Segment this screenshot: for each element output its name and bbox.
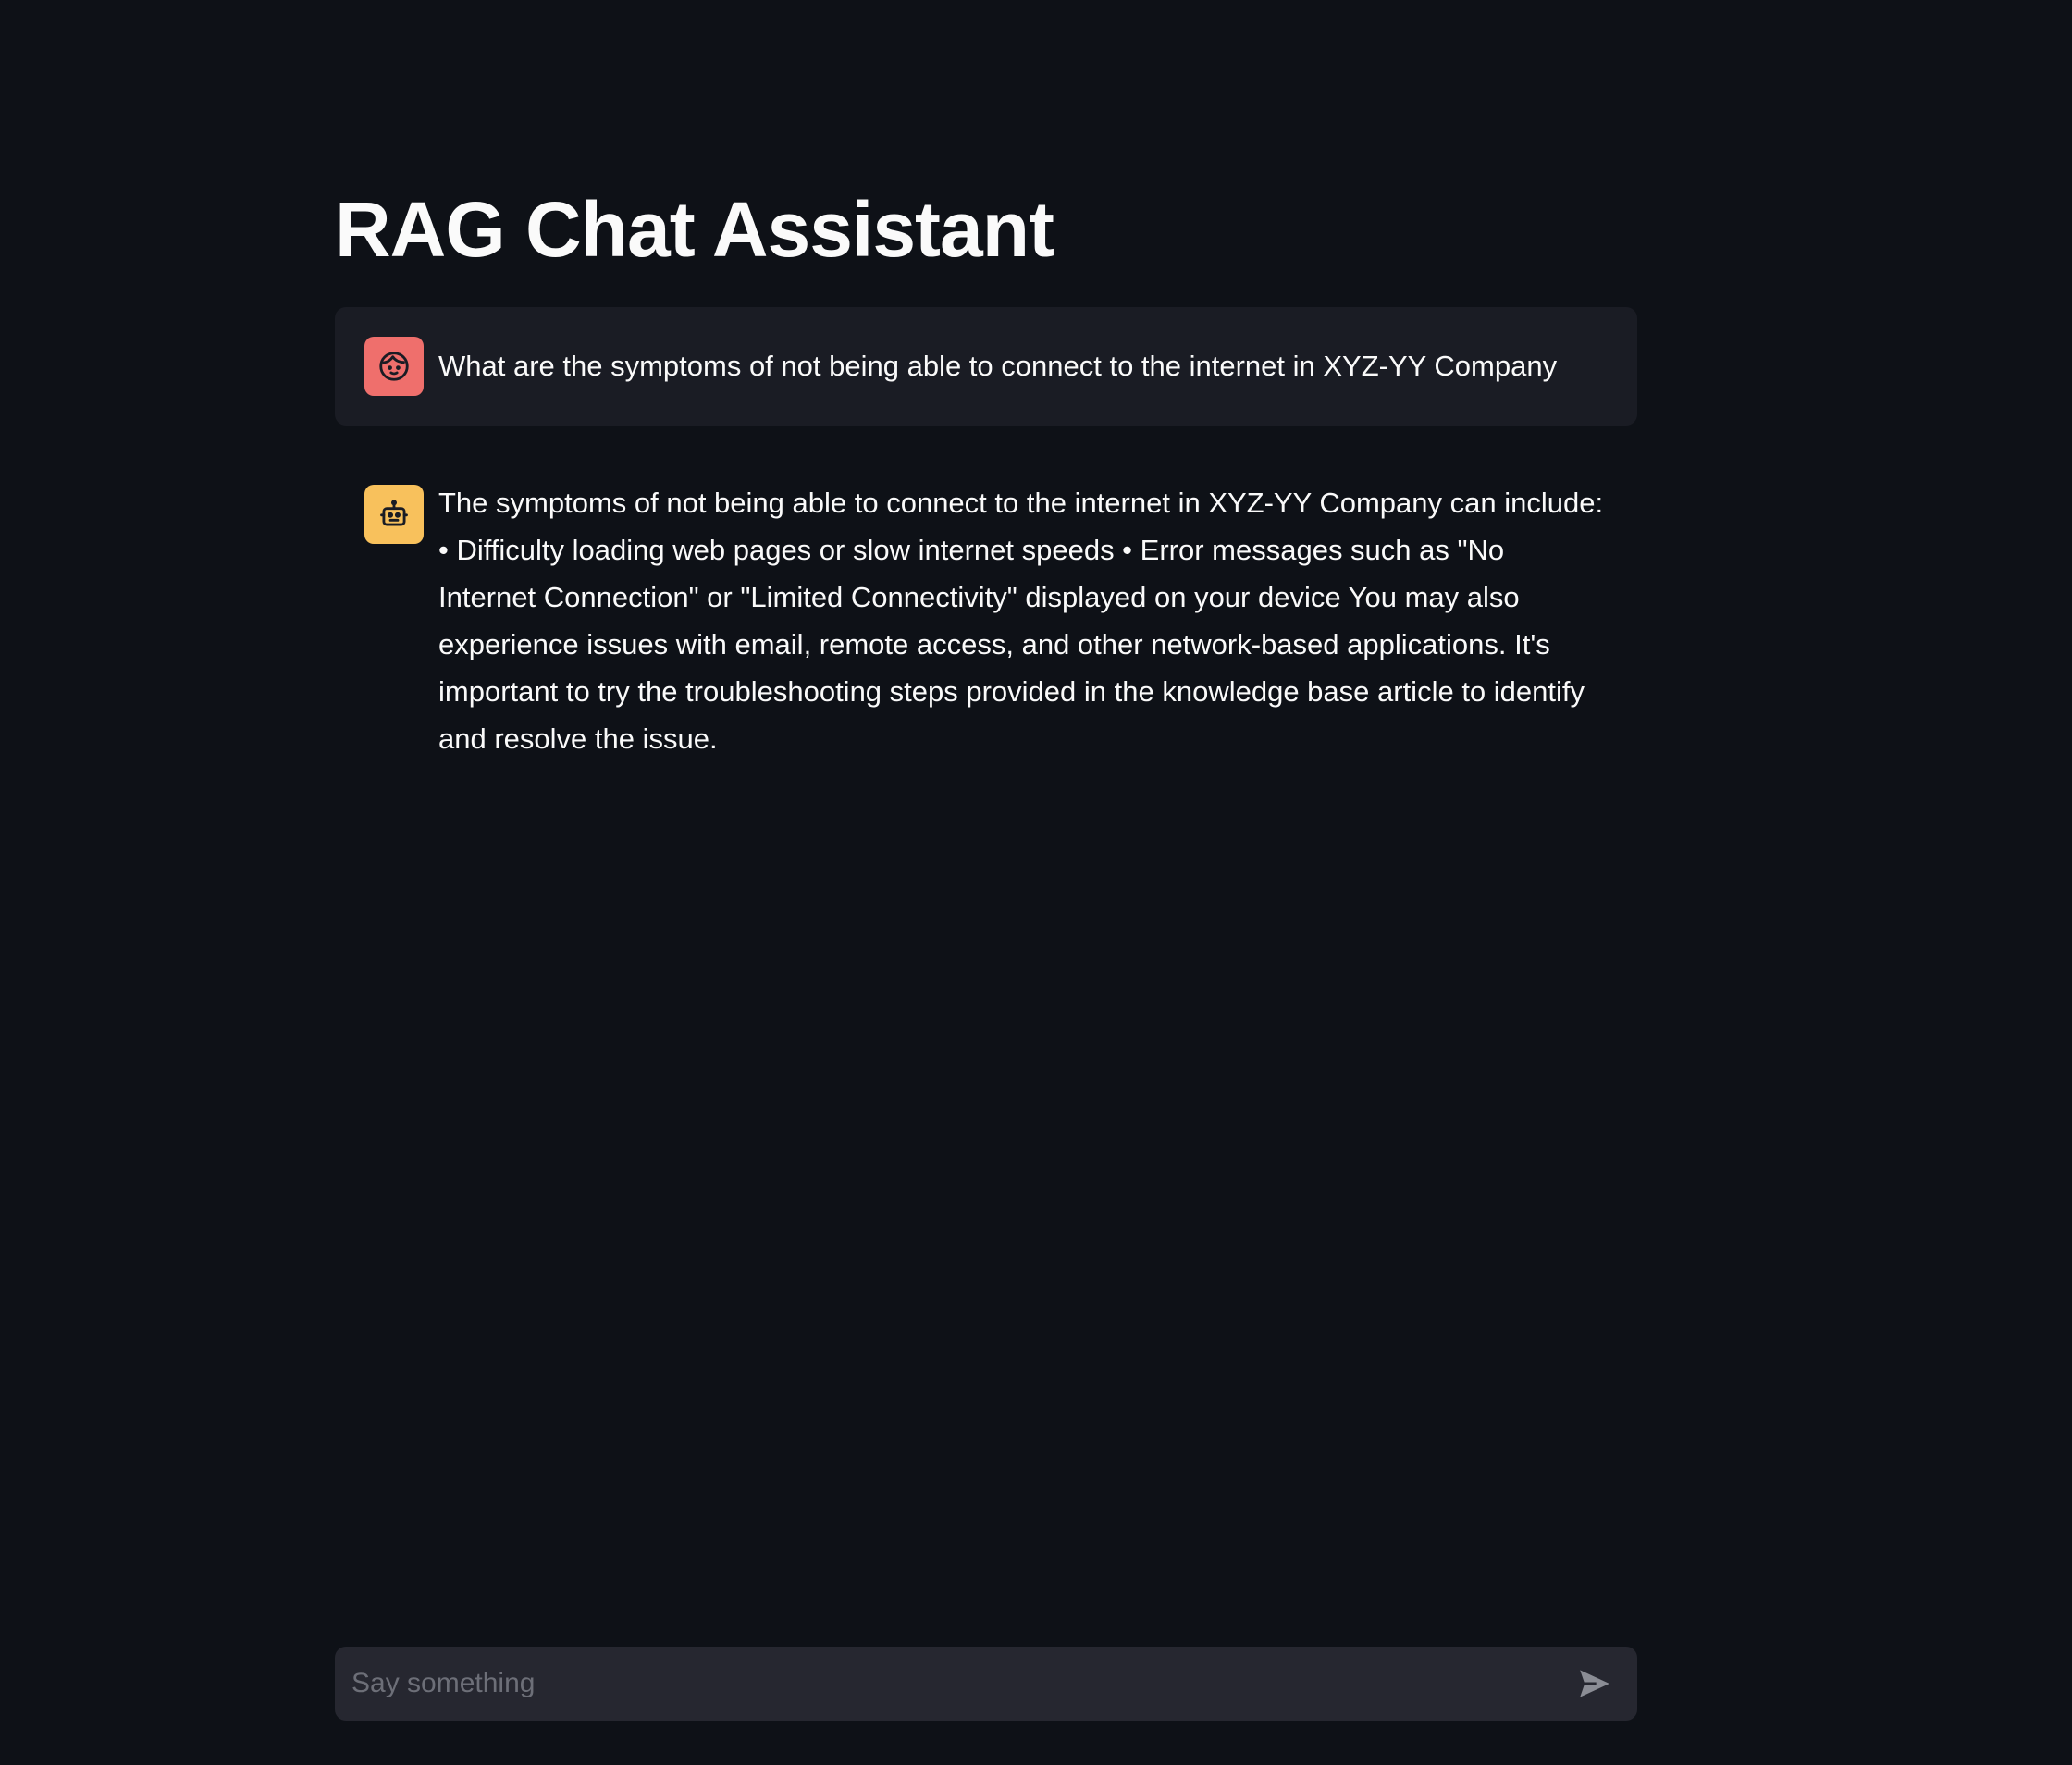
chat-message-assistant: The symptoms of not being able to connec… [335,455,1637,792]
assistant-message-text: The symptoms of not being able to connec… [438,487,1604,755]
chat-input[interactable] [335,1647,1565,1721]
user-avatar [364,337,424,396]
robot-icon [380,500,408,526]
chat-input-container [335,1647,1637,1721]
send-icon [1580,1670,1610,1697]
assistant-avatar [364,485,424,544]
page-title: RAG Chat Assistant [335,186,1054,273]
send-button[interactable] [1565,1654,1624,1713]
chat-message-user: What are the symptoms of not being able … [335,307,1637,426]
user-face-icon [379,352,409,381]
user-message-text: What are the symptoms of not being able … [438,350,1558,382]
